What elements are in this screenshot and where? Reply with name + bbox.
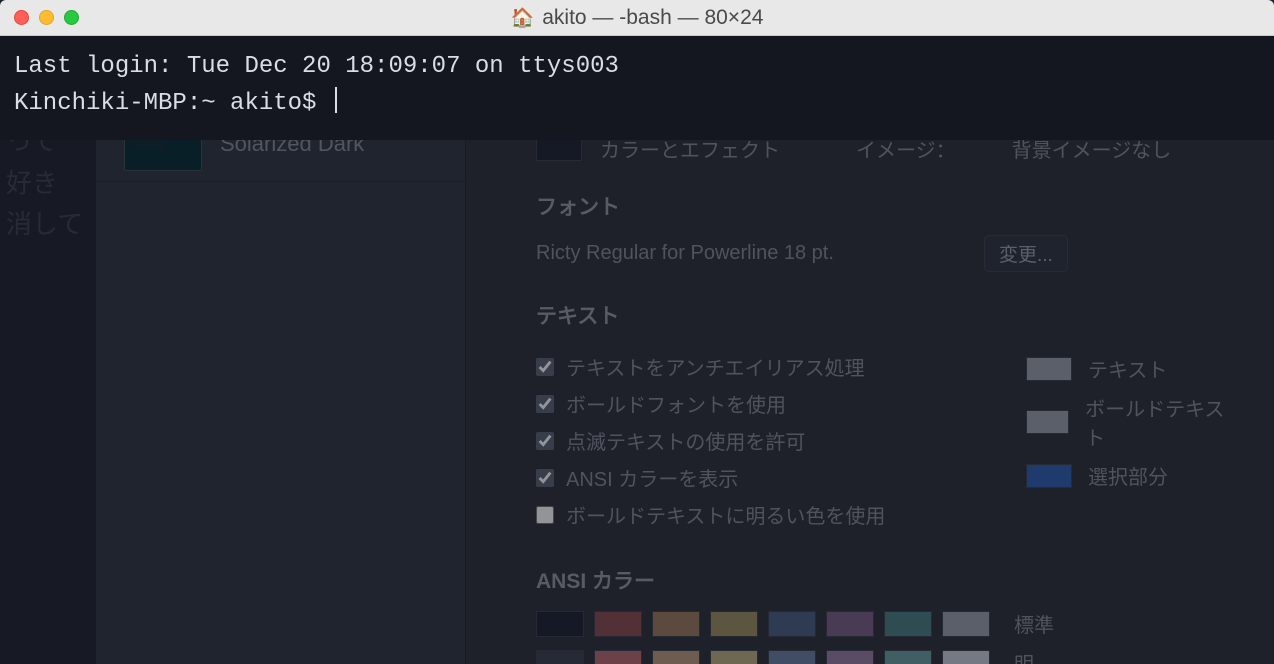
text-checkbox-group: テキストをアンチエイリアス処理ボールドフォントを使用点滅テキストの使用を許可 AN… xyxy=(536,344,966,537)
ansi-color-swatch[interactable] xyxy=(536,611,584,637)
checkbox[interactable] xyxy=(536,358,554,376)
font-row: Ricty Regular for Powerline 18 pt. 変更... xyxy=(536,235,1234,272)
text-option[interactable]: ANSI カラーを表示 xyxy=(536,463,966,492)
terminal-title-text: akito — -bash — 80×24 xyxy=(542,6,763,30)
terminal-body[interactable]: Last login: Tue Dec 20 18:09:07 on ttys0… xyxy=(0,36,1274,140)
terminal-line: Last login: Tue Dec 20 18:09:07 on ttys0… xyxy=(14,53,619,80)
close-button[interactable] xyxy=(14,10,29,25)
section-font-title: フォント xyxy=(536,191,1234,221)
terminal-window: 🏠 akito — -bash — 80×24 Last login: Tue … xyxy=(0,0,1274,150)
text-option[interactable]: テキストをアンチエイリアス処理 xyxy=(536,352,966,381)
ansi-color-swatch[interactable] xyxy=(942,611,990,637)
ansi-color-swatch[interactable] xyxy=(884,611,932,637)
checkbox-label: ANSI カラーを表示 xyxy=(566,463,738,492)
checkbox[interactable] xyxy=(536,469,554,487)
color-swatch[interactable] xyxy=(1026,410,1069,434)
ansi-color-swatch[interactable] xyxy=(884,650,932,664)
terminal-titlebar[interactable]: 🏠 akito — -bash — 80×24 xyxy=(0,0,1274,36)
ansi-color-swatch[interactable] xyxy=(826,650,874,664)
color-swatch[interactable] xyxy=(1026,464,1072,488)
color-label: テキスト xyxy=(1088,354,1167,383)
color-label: ボールドテキスト xyxy=(1085,393,1234,451)
ansi-color-swatch[interactable] xyxy=(652,650,700,664)
text-option[interactable]: 点滅テキストの使用を許可 xyxy=(536,426,966,455)
window-controls xyxy=(14,10,79,25)
text-color-row: ボールドテキスト xyxy=(1026,393,1234,451)
checkbox[interactable] xyxy=(536,395,554,413)
font-value: Ricty Regular for Powerline 18 pt. xyxy=(536,242,966,265)
terminal-title: 🏠 akito — -bash — 80×24 xyxy=(511,6,764,30)
zoom-button[interactable] xyxy=(64,10,79,25)
minimize-button[interactable] xyxy=(39,10,54,25)
ansi-color-swatch[interactable] xyxy=(594,650,642,664)
text-color-group: テキストボールドテキスト選択部分 xyxy=(1026,344,1234,537)
checkbox-label: ボールドテキストに明るい色を使用 xyxy=(566,500,885,529)
profiles-empty-area xyxy=(96,182,465,664)
ansi-color-swatch[interactable] xyxy=(768,650,816,664)
ansi-color-swatch[interactable] xyxy=(710,650,758,664)
section-ansi-title: ANSI カラー xyxy=(536,565,1234,595)
bg-text-fragment: 消して xyxy=(6,204,90,246)
ansi-color-swatch[interactable] xyxy=(826,611,874,637)
ansi-color-swatch[interactable] xyxy=(652,611,700,637)
ansi-row-label: 標準 xyxy=(1014,609,1054,638)
checkbox-label: テキストをアンチエイリアス処理 xyxy=(566,352,865,381)
text-option[interactable]: ボールドテキストに明るい色を使用 xyxy=(536,500,966,529)
change-font-button[interactable]: 変更... xyxy=(984,235,1068,272)
color-label: 選択部分 xyxy=(1088,461,1168,490)
ansi-row-standard: 標準 xyxy=(536,609,1234,638)
terminal-prompt: Kinchiki-MBP:~ akito$ xyxy=(14,90,331,117)
text-color-row: 選択部分 xyxy=(1026,461,1234,490)
checkbox-label: 点滅テキストの使用を許可 xyxy=(566,426,805,455)
section-text-title: テキスト xyxy=(536,300,1234,330)
home-icon: 🏠 xyxy=(511,6,535,30)
ansi-row-label: 明 xyxy=(1014,648,1034,664)
ansi-color-swatch[interactable] xyxy=(942,650,990,664)
checkbox[interactable] xyxy=(536,432,554,450)
cursor xyxy=(335,87,337,113)
ansi-color-swatch[interactable] xyxy=(768,611,816,637)
checkbox[interactable] xyxy=(536,506,554,524)
bg-text-fragment: 好き xyxy=(6,163,90,205)
ansi-color-swatch[interactable] xyxy=(594,611,642,637)
text-color-row: テキスト xyxy=(1026,354,1234,383)
ansi-color-swatch[interactable] xyxy=(536,650,584,664)
ansi-row-bright: 明 xyxy=(536,648,1234,664)
color-swatch[interactable] xyxy=(1026,357,1072,381)
checkbox-label: ボールドフォントを使用 xyxy=(566,389,786,418)
text-option[interactable]: ボールドフォントを使用 xyxy=(536,389,966,418)
ansi-color-swatch[interactable] xyxy=(710,611,758,637)
